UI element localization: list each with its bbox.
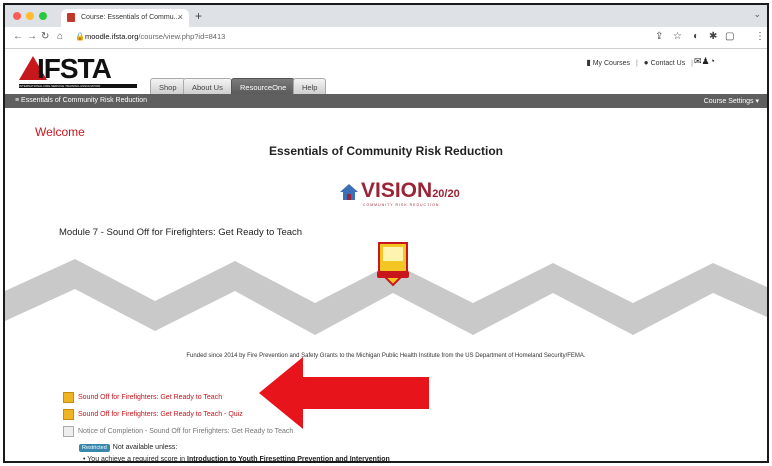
link-separator: | xyxy=(691,60,693,67)
breadcrumb[interactable]: ≡ Essentials of Community Risk Reduction xyxy=(15,97,147,104)
activity-sound-off-lesson[interactable]: Sound Off for Firefighters: Get Ready to… xyxy=(63,392,222,403)
red-arrow-annotation xyxy=(259,357,429,429)
activity-sound-off-quiz[interactable]: Sound Off for Firefighters: Get Ready to… xyxy=(63,409,243,420)
restriction-info: Restricted Not available unless: xyxy=(79,444,178,452)
site-favicon-icon xyxy=(67,13,75,22)
back-arrow-icon[interactable]: ← xyxy=(13,31,23,42)
chat-icon: ● xyxy=(643,58,649,67)
breadcrumb-course-link[interactable]: Essentials of Community Risk Reduction xyxy=(21,97,147,104)
module-title: Module 7 - Sound Off for Firefighters: G… xyxy=(59,227,303,238)
maximize-window-button[interactable] xyxy=(39,12,47,20)
requirement-prefix: • You achieve a required score in xyxy=(83,456,188,463)
site-header: IFSTA INTERNATIONAL FIRE SERVICE TRAININ… xyxy=(5,50,767,94)
sidebar-icon[interactable]: ▢ xyxy=(725,31,734,42)
url-field[interactable]: moodle.ifsta.org/course/view.php?id=8413 xyxy=(85,32,225,41)
requirement-course: Introduction to Youth Firesetting Preven… xyxy=(187,456,390,463)
quiz-icon xyxy=(63,409,74,420)
vision-year: 20/20 xyxy=(432,188,460,200)
restriction-requirement: • You achieve a required score in Introd… xyxy=(83,456,390,463)
minimize-window-button[interactable] xyxy=(26,12,34,20)
puzzle-icon[interactable]: ✱ xyxy=(709,31,717,42)
new-tab-button[interactable]: + xyxy=(195,9,202,23)
nav-tab-help[interactable]: Help xyxy=(293,78,327,94)
logo-tagline: INTERNATIONAL FIRE SERVICE TRAINING ASSO… xyxy=(19,84,137,88)
lock-icon: 🔒 xyxy=(75,32,85,41)
nav-tab-about-us[interactable]: About Us xyxy=(183,78,232,94)
browser-tab[interactable]: Course: Essentials of Commu... × xyxy=(61,9,189,27)
close-window-button[interactable] xyxy=(13,12,21,20)
activity-link[interactable]: Sound Off for Firefighters: Get Ready to… xyxy=(78,394,222,401)
extension-icon[interactable]: ◐ xyxy=(693,31,699,42)
tab-search-chevron-icon[interactable]: ⌄ xyxy=(753,9,761,20)
forward-arrow-icon[interactable]: → xyxy=(27,31,37,42)
contact-us-link[interactable]: Contact Us xyxy=(651,60,686,67)
vision-text: VISION xyxy=(361,179,433,202)
browser-tab-title: Course: Essentials of Commu... xyxy=(81,14,180,21)
my-courses-link[interactable]: My Courses xyxy=(593,60,630,67)
restricted-text: Not available unless: xyxy=(112,444,178,451)
restricted-badge: Restricted xyxy=(79,444,110,452)
ifsta-logo[interactable]: IFSTA INTERNATIONAL FIRE SERVICE TRAININ… xyxy=(19,54,137,90)
lesson-icon xyxy=(63,392,74,403)
welcome-heading: Welcome xyxy=(35,125,85,139)
browser-tab-bar: Course: Essentials of Commu... × + ⌄ xyxy=(5,5,767,27)
url-path: /course/view.php?id=8413 xyxy=(138,32,226,41)
certificate-icon xyxy=(63,426,74,437)
sound-off-badge-icon xyxy=(377,242,409,287)
vision-wordmark: VISION20/20 xyxy=(361,179,460,203)
nav-tab-shop[interactable]: Shop xyxy=(150,78,186,94)
activity-link-disabled: Notice of Completion - Sound Off for Fir… xyxy=(78,428,294,435)
close-tab-icon[interactable]: × xyxy=(178,12,183,22)
screenshot-frame: Course: Essentials of Commu... × + ⌄ ← →… xyxy=(3,3,769,463)
bookmark-icon: ▮ xyxy=(586,58,591,67)
course-title: Essentials of Community Risk Reduction xyxy=(268,144,504,158)
breadcrumb-bar: ≡ Essentials of Community Risk Reduction… xyxy=(5,94,767,108)
top-links: ▮ My Courses | ● Contact Us | xyxy=(586,58,697,67)
activity-link[interactable]: Sound Off for Firefighters: Get Ready to… xyxy=(78,411,243,418)
user-menu-icon[interactable]: ✉♟◔ xyxy=(694,56,715,67)
url-host: moodle.ifsta.org xyxy=(85,32,139,41)
house-logo-icon xyxy=(340,184,358,200)
home-icon[interactable]: ⌂ xyxy=(57,31,63,42)
course-settings-menu[interactable]: Course Settings ▾ xyxy=(704,97,759,105)
reload-icon[interactable]: ↻ xyxy=(41,31,49,42)
vision-tagline: COMMUNITY RISK REDUCTION xyxy=(363,203,440,207)
link-separator: | xyxy=(636,60,638,67)
nav-tab-resourceone[interactable]: ResourceOne xyxy=(231,78,296,94)
address-bar: ← → ↻ ⌂ 🔒 moodle.ifsta.org/course/view.p… xyxy=(5,27,767,49)
logo-wordmark: IFSTA xyxy=(37,53,112,84)
share-icon[interactable]: ⇪ xyxy=(655,31,663,42)
bookmark-star-icon[interactable]: ☆ xyxy=(673,31,682,42)
menu-kebab-icon[interactable]: ⋮ xyxy=(755,31,765,42)
